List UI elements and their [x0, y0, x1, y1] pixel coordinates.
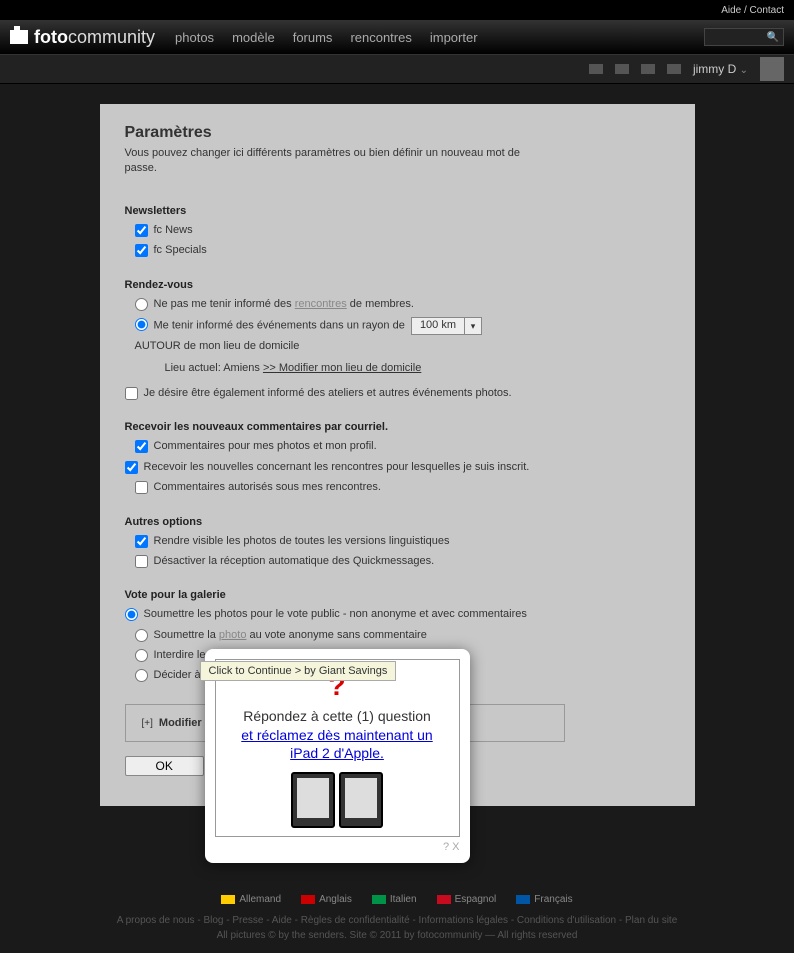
- distance-select[interactable]: 100 km▾: [411, 317, 482, 335]
- newsletters-heading: Newsletters: [125, 205, 670, 217]
- lbl-disable-quickmsg: Désactiver la réception automatique des …: [154, 554, 435, 569]
- expand-icon: [+]: [142, 718, 153, 729]
- radio-inform-radius[interactable]: [135, 318, 148, 331]
- logo-bold: foto: [34, 27, 68, 48]
- cb-comments-rencontres[interactable]: [125, 461, 138, 474]
- rdv-heading: Rendez-vous: [125, 279, 670, 291]
- chevron-down-icon: ⌄: [740, 65, 748, 76]
- modifier-label: Modifier l': [159, 717, 211, 729]
- search-input[interactable]: 🔍: [704, 28, 784, 46]
- lbl-around-home: AUTOUR de mon lieu de domicile: [135, 340, 670, 352]
- flag-it-icon: [372, 895, 386, 904]
- lang-it[interactable]: Italien: [372, 894, 417, 905]
- ok-button[interactable]: OK: [125, 756, 204, 776]
- lbl-visible-all-langs: Rendre visible les photos de toutes les …: [154, 534, 450, 549]
- lang-en[interactable]: Anglais: [301, 894, 352, 905]
- search-icon: 🔍: [767, 32, 779, 43]
- flag-en-icon: [301, 895, 315, 904]
- nav-forums[interactable]: forums: [293, 30, 333, 45]
- nav-photos[interactable]: photos: [175, 30, 214, 45]
- footer-copyright: All pictures © by the senders. Site © 20…: [10, 928, 784, 943]
- page-subtitle: Vous pouvez changer ici différents param…: [125, 146, 525, 177]
- page-footer: Allemand Anglais Italien Espagnol França…: [0, 884, 794, 953]
- lbl-comments-auth: Commentaires autorisés sous mes rencontr…: [154, 480, 381, 495]
- ad-question: Répondez à cette (1) question: [226, 708, 449, 724]
- link-rencontres[interactable]: rencontres: [295, 298, 347, 310]
- avatar[interactable]: [760, 57, 784, 81]
- cb-visible-all-langs[interactable]: [135, 535, 148, 548]
- lang-es[interactable]: Espagnol: [437, 894, 497, 905]
- nav-modele[interactable]: modèle: [232, 30, 275, 45]
- page-title: Paramètres: [125, 124, 670, 142]
- link-modify-location[interactable]: >> Modifier mon lieu de domicile: [263, 362, 421, 374]
- lbl-vote-public: Soumettre les photos pour le vote public…: [144, 607, 527, 622]
- main-nav: photos modèle forums rencontres importer: [175, 30, 478, 45]
- comments-heading: Recevoir les nouveaux commentaires par c…: [125, 421, 670, 433]
- ad-claim-link[interactable]: et réclamez dès maintenant un iPad 2 d'A…: [226, 726, 449, 762]
- cb-disable-quickmsg[interactable]: [135, 555, 148, 568]
- notify-icon[interactable]: [667, 64, 681, 74]
- radio-no-inform[interactable]: [135, 298, 148, 311]
- ad-close[interactable]: ? X: [215, 841, 460, 853]
- radio-vote-public[interactable]: [125, 608, 138, 621]
- vote-heading: Vote pour la galerie: [125, 589, 670, 601]
- lbl-vote-anon: Soumettre la photo au vote anonyme sans …: [154, 628, 427, 643]
- lbl-ateliers: Je désire être également informé des ate…: [144, 386, 512, 401]
- lbl-comments-rencontres: Recevoir les nouvelles concernant les re…: [144, 460, 530, 475]
- mail-icon[interactable]: [589, 64, 603, 74]
- ipad-icon: [339, 772, 383, 828]
- lang-fr[interactable]: Français: [516, 894, 572, 905]
- cb-fc-news[interactable]: [135, 224, 148, 237]
- help-contact-link[interactable]: Aide / Contact: [721, 5, 784, 16]
- chat-icon[interactable]: [641, 64, 655, 74]
- flag-es-icon: [437, 895, 451, 904]
- nav-importer[interactable]: importer: [430, 30, 478, 45]
- other-heading: Autres options: [125, 516, 670, 528]
- chevron-down-icon: ▾: [464, 318, 481, 334]
- cb-comments-photos[interactable]: [135, 440, 148, 453]
- settings-panel: Paramètres Vous pouvez changer ici diffé…: [100, 104, 695, 806]
- lbl-no-inform: Ne pas me tenir informé des rencontres d…: [154, 297, 414, 312]
- logo-light: community: [68, 27, 155, 48]
- camera-icon: [10, 30, 28, 44]
- lbl-comments-photos: Commentaires pour mes photos et mon prof…: [154, 439, 377, 454]
- cloud-icon[interactable]: [615, 64, 629, 74]
- footer-links[interactable]: A propos de nous - Blog - Presse - Aide …: [10, 913, 784, 928]
- current-location: Lieu actuel: Amiens >> Modifier mon lieu…: [165, 362, 670, 374]
- lbl-fc-news: fc News: [154, 223, 193, 238]
- flag-fr-icon: [516, 895, 530, 904]
- cb-fc-specials[interactable]: [135, 244, 148, 257]
- lbl-inform-radius: Me tenir informé des événements dans un …: [154, 317, 483, 335]
- cb-comments-auth[interactable]: [135, 481, 148, 494]
- ad-tooltip[interactable]: Click to Continue > by Giant Savings: [200, 661, 397, 681]
- flag-de-icon: [221, 895, 235, 904]
- cb-ateliers[interactable]: [125, 387, 138, 400]
- radio-vote-anon[interactable]: [135, 629, 148, 642]
- link-photo[interactable]: photo: [219, 629, 247, 641]
- lbl-fc-specials: fc Specials: [154, 243, 207, 258]
- radio-vote-decide[interactable]: [135, 669, 148, 682]
- username-label[interactable]: jimmy D ⌄: [693, 62, 748, 76]
- ipad-icon: [291, 772, 335, 828]
- lang-de[interactable]: Allemand: [221, 894, 281, 905]
- ad-popup: Click to Continue > by Giant Savings ? R…: [205, 649, 470, 863]
- nav-rencontres[interactable]: rencontres: [350, 30, 411, 45]
- radio-vote-forbid[interactable]: [135, 649, 148, 662]
- site-logo[interactable]: fotocommunity: [10, 27, 155, 48]
